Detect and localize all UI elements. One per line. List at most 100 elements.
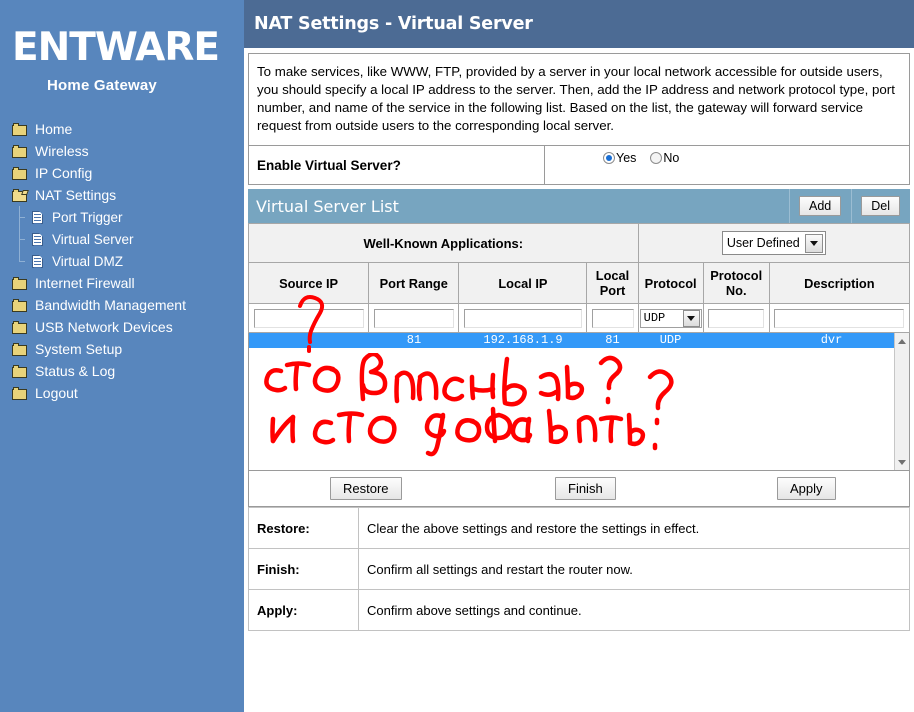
- legend-row-finish: Finish: Confirm all settings and restart…: [248, 548, 910, 590]
- sidebar-item-nat-settings[interactable]: NAT Settings: [0, 184, 244, 206]
- document-icon: [31, 210, 45, 225]
- description-input[interactable]: [774, 308, 905, 328]
- folder-icon: [12, 166, 28, 180]
- tree-line: [19, 206, 20, 262]
- well-known-select-value: User Defined: [726, 236, 800, 250]
- sidebar-item-label: IP Config: [35, 165, 93, 181]
- del-button[interactable]: Del: [861, 196, 900, 216]
- sidebar-item-bandwidth-management[interactable]: Bandwidth Management: [0, 294, 244, 316]
- column-header-protocol-no: Protocol No.: [702, 262, 770, 304]
- list-scrollbar[interactable]: [894, 333, 909, 470]
- add-button[interactable]: Add: [798, 196, 842, 216]
- well-known-select[interactable]: User Defined: [721, 231, 826, 255]
- folder-icon: [12, 342, 28, 356]
- radio-yes[interactable]: Yes: [603, 151, 636, 165]
- sidebar-item-logout[interactable]: Logout: [0, 382, 244, 404]
- well-known-label: Well-Known Applications:: [248, 223, 639, 263]
- brand-subtitle: Home Gateway: [47, 77, 157, 94]
- sidebar-item-ip-config[interactable]: IP Config: [0, 162, 244, 184]
- radio-yes-label: Yes: [616, 151, 637, 165]
- column-header-protocol: Protocol: [637, 262, 704, 304]
- legend-value: Clear the above settings and restore the…: [358, 507, 910, 549]
- sidebar-item-system-setup[interactable]: System Setup: [0, 338, 244, 360]
- chevron-down-icon[interactable]: [682, 309, 700, 327]
- sidebar-item-virtual-server[interactable]: Virtual Server: [0, 228, 244, 250]
- legend-key: Finish:: [248, 548, 359, 590]
- action-buttons-row: Restore Finish Apply: [248, 471, 910, 507]
- column-header-local-port: Local Port: [586, 262, 639, 304]
- scroll-down-icon[interactable]: [895, 454, 909, 470]
- sidebar-item-port-trigger[interactable]: Port Trigger: [0, 206, 244, 228]
- row-protocol-no: [703, 333, 769, 348]
- restore-button[interactable]: Restore: [330, 477, 402, 500]
- enable-virtual-server-row: Enable Virtual Server? Yes No: [248, 146, 910, 185]
- apply-button[interactable]: Apply: [777, 477, 836, 500]
- protocol-select[interactable]: UDP: [639, 308, 702, 328]
- sidebar-item-label: Internet Firewall: [35, 275, 135, 291]
- folder-icon: [12, 122, 28, 136]
- port-range-input[interactable]: [373, 308, 454, 328]
- sidebar-item-home[interactable]: Home: [0, 118, 244, 140]
- row-local-ip: 192.168.1.9: [483, 333, 563, 347]
- intro-text: To make services, like WWW, FTP, provide…: [257, 64, 895, 133]
- radio-yes-input[interactable]: [603, 152, 615, 164]
- divider: [788, 189, 790, 223]
- sidebar-item-wireless[interactable]: Wireless: [0, 140, 244, 162]
- sidebar-item-label: Logout: [35, 385, 78, 401]
- virtual-server-list-bar: Virtual Server List Add Del: [248, 189, 910, 223]
- folder-icon: [12, 386, 28, 400]
- sidebar-item-label: Port Trigger: [52, 209, 123, 225]
- router-admin-page: ENTWARE Home Gateway Home Wireless IP Co…: [0, 0, 914, 712]
- scroll-up-icon[interactable]: [895, 333, 909, 349]
- folder-open-icon: [12, 188, 28, 202]
- row-port-range: 81: [406, 333, 422, 347]
- sidebar-item-usb-network-devices[interactable]: USB Network Devices: [0, 316, 244, 338]
- sidebar-item-status-log[interactable]: Status & Log: [0, 360, 244, 382]
- row-source-ip: [249, 333, 369, 348]
- table-row[interactable]: 81 192.168.1.9 81 UDP dvr: [249, 333, 894, 348]
- chevron-down-icon[interactable]: [804, 233, 823, 253]
- protocol-select-value: UDP: [643, 311, 666, 325]
- radio-no[interactable]: No: [650, 151, 679, 165]
- sidebar-item-internet-firewall[interactable]: Internet Firewall: [0, 272, 244, 294]
- tree-tick: [19, 217, 25, 218]
- legend-value: Confirm all settings and restart the rou…: [358, 548, 910, 590]
- virtual-server-entries-list[interactable]: 81 192.168.1.9 81 UDP dvr: [248, 333, 910, 471]
- local-ip-input[interactable]: [463, 308, 582, 328]
- folder-icon: [12, 320, 28, 334]
- column-header-description: Description: [768, 262, 911, 304]
- sidebar-item-label: System Setup: [35, 341, 123, 357]
- protocol-no-input[interactable]: [708, 308, 765, 328]
- row-local-port: 81: [605, 333, 620, 347]
- divider: [851, 189, 853, 223]
- sidebar-item-label: Virtual Server: [52, 231, 134, 247]
- legend-value: Confirm above settings and continue.: [358, 589, 910, 631]
- finish-button[interactable]: Finish: [555, 477, 616, 500]
- sidebar-nav: Home Wireless IP Config NAT Settings Por…: [0, 118, 244, 404]
- column-header-source-ip: Source IP: [247, 262, 370, 304]
- sidebar-item-label: NAT Settings: [35, 187, 117, 203]
- radio-no-input[interactable]: [650, 152, 663, 164]
- folder-icon: [12, 276, 28, 290]
- page-header: NAT Settings - Virtual Server: [244, 0, 914, 48]
- sidebar-item-label: USB Network Devices: [35, 319, 173, 335]
- well-known-row: Well-Known Applications: User Defined: [248, 223, 911, 263]
- local-port-input[interactable]: [591, 308, 634, 328]
- radio-no-label: No: [663, 151, 680, 165]
- tree-tick: [19, 239, 25, 240]
- legend-key: Apply:: [248, 589, 359, 631]
- sidebar-item-virtual-dmz[interactable]: Virtual DMZ: [0, 250, 244, 272]
- folder-icon: [12, 144, 28, 158]
- document-icon: [31, 232, 45, 247]
- virtual-server-list-title: Virtual Server List: [256, 196, 399, 216]
- source-ip-input[interactable]: [253, 308, 364, 328]
- sidebar-item-label: Bandwidth Management: [35, 297, 186, 313]
- tree-tick: [19, 261, 25, 262]
- sidebar-item-label: Status & Log: [35, 363, 116, 379]
- sidebar: ENTWARE Home Gateway Home Wireless IP Co…: [0, 0, 244, 712]
- intro-panel: To make services, like WWW, FTP, provide…: [248, 53, 910, 146]
- legend-key: Restore:: [248, 507, 359, 549]
- handwritten-annotation: [264, 353, 674, 457]
- sidebar-item-label: Virtual DMZ: [52, 253, 124, 269]
- brand-logo: ENTWARE: [12, 25, 220, 70]
